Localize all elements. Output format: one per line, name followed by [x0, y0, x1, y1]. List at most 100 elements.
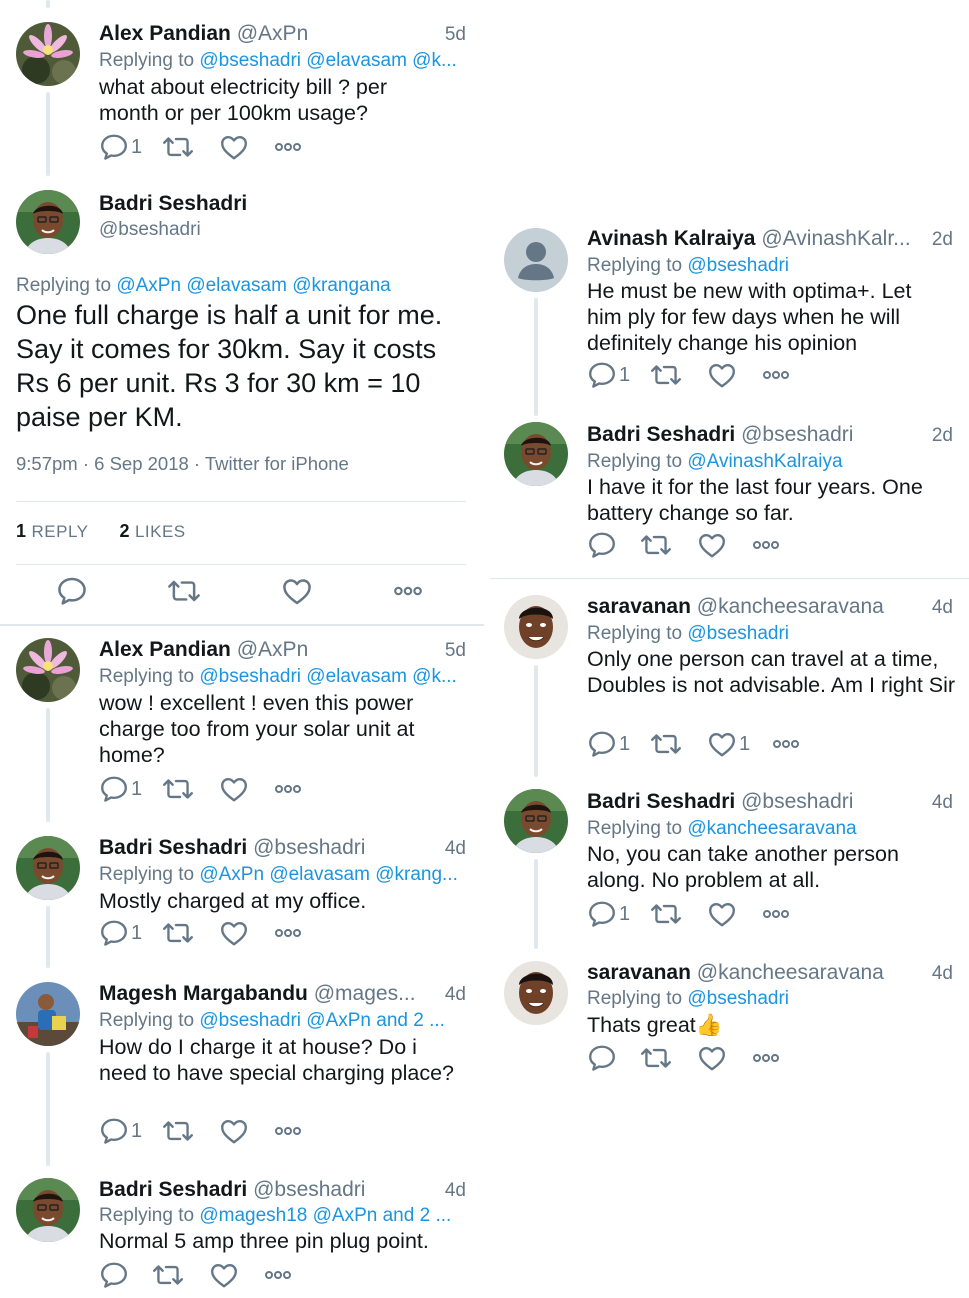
- mention-links[interactable]: @AxPn @elavasam @krang...: [199, 864, 458, 885]
- like-button[interactable]: [697, 1042, 727, 1074]
- author-name[interactable]: Magesh Margabandu: [99, 982, 308, 1005]
- retweet-button[interactable]: [166, 575, 202, 607]
- tweet-time[interactable]: 4d: [932, 961, 953, 987]
- author-name[interactable]: Avinash Kalraiya: [587, 227, 755, 250]
- like-button[interactable]: [219, 131, 249, 163]
- like-button[interactable]: [707, 359, 737, 391]
- retweet-button[interactable]: [639, 1042, 673, 1074]
- mention-links[interactable]: @bseshadri @elavasam @k...: [199, 666, 456, 687]
- retweet-button[interactable]: [639, 529, 673, 561]
- reply-button[interactable]: 1: [587, 728, 630, 760]
- retweet-button[interactable]: [649, 898, 683, 930]
- author-name[interactable]: Badri Seshadri: [587, 423, 735, 446]
- avatar[interactable]: [504, 422, 568, 486]
- like-button[interactable]: 1: [707, 728, 750, 760]
- tweet-magesh[interactable]: Magesh Margabandu @mages... 4d Replying …: [0, 972, 484, 1170]
- reply-button[interactable]: 1: [587, 898, 630, 930]
- author-name[interactable]: Alex Pandian: [99, 638, 231, 661]
- author-name[interactable]: Badri Seshadri: [587, 790, 735, 813]
- more-button[interactable]: [771, 728, 801, 760]
- author-handle[interactable]: @AxPn: [237, 22, 309, 45]
- tweet-time[interactable]: 4d: [445, 982, 466, 1008]
- retweet-button[interactable]: [151, 1259, 185, 1291]
- more-button[interactable]: [761, 359, 791, 391]
- mention-links[interactable]: @AvinashKalraiya: [687, 451, 842, 472]
- reply-button[interactable]: 1: [99, 917, 142, 949]
- like-button[interactable]: [219, 773, 249, 805]
- tweet-badri-r4[interactable]: Badri Seshadri @bseshadri 4d Replying to…: [490, 781, 969, 953]
- mention-links[interactable]: @kancheesaravana: [687, 818, 856, 839]
- like-button[interactable]: [219, 917, 249, 949]
- more-button[interactable]: [761, 898, 791, 930]
- author-name[interactable]: saravanan: [587, 961, 691, 984]
- author-handle[interactable]: @AvinashKalr...: [761, 227, 910, 250]
- avatar[interactable]: [16, 190, 80, 254]
- replies-stat[interactable]: 1 REPLY: [16, 521, 88, 541]
- more-button[interactable]: [751, 1042, 781, 1074]
- author-handle[interactable]: @bseshadri: [741, 423, 853, 446]
- avatar[interactable]: [16, 836, 80, 900]
- tweet-time[interactable]: 2d: [932, 423, 953, 449]
- tweet-badri-r2[interactable]: Badri Seshadri @bseshadri 2d Replying to…: [490, 420, 969, 578]
- tweet-saravanan-2[interactable]: saravanan @kancheesaravana 4d Replying t…: [490, 953, 969, 1093]
- author-name[interactable]: saravanan: [587, 595, 691, 618]
- reply-button[interactable]: 1: [99, 773, 142, 805]
- tweet-time[interactable]: 5d: [445, 22, 466, 48]
- likes-stat[interactable]: 2 LIKES: [119, 521, 185, 541]
- avatar[interactable]: [16, 982, 80, 1046]
- retweet-button[interactable]: [161, 917, 195, 949]
- tweet-time[interactable]: 4d: [445, 1178, 466, 1204]
- more-button[interactable]: [392, 575, 424, 607]
- tweet-timestamp[interactable]: 9:57pm · 6 Sep 2018 · Twitter for iPhone: [16, 453, 349, 475]
- author-handle[interactable]: @mages...: [314, 982, 416, 1005]
- tweet-time[interactable]: 4d: [932, 595, 953, 621]
- mention-links[interactable]: @bseshadri: [687, 255, 789, 276]
- mention-links[interactable]: @bseshadri @elavasam @k...: [199, 50, 456, 71]
- author-handle[interactable]: @AxPn: [237, 638, 309, 661]
- reply-button[interactable]: [587, 1042, 617, 1074]
- mention-links[interactable]: @bseshadri @AxPn and 2 ...: [199, 1010, 445, 1031]
- author-handle[interactable]: @kancheesaravana: [697, 961, 884, 984]
- author-name[interactable]: Alex Pandian: [99, 22, 231, 45]
- author-handle[interactable]: @bseshadri: [253, 1178, 365, 1201]
- tweet-time[interactable]: 5d: [445, 638, 466, 664]
- mention-links[interactable]: @bseshadri: [687, 988, 789, 1009]
- avatar[interactable]: [16, 1178, 80, 1242]
- retweet-button[interactable]: [649, 728, 683, 760]
- like-button[interactable]: [281, 575, 313, 607]
- retweet-button[interactable]: [161, 131, 195, 163]
- more-button[interactable]: [273, 773, 303, 805]
- mention-links[interactable]: @magesh18 @AxPn and 2 ...: [199, 1205, 451, 1226]
- author-handle[interactable]: @kancheesaravana: [697, 595, 884, 618]
- tweet-saravanan-1[interactable]: saravanan @kancheesaravana 4d Replying t…: [490, 579, 969, 781]
- like-button[interactable]: [219, 1115, 249, 1147]
- like-button[interactable]: [697, 529, 727, 561]
- tweet-alex-1[interactable]: Alex Pandian @AxPn 5d Replying to @bsesh…: [0, 0, 484, 180]
- author-handle[interactable]: @bseshadri: [253, 836, 365, 859]
- retweet-button[interactable]: [161, 1115, 195, 1147]
- author-name[interactable]: Badri Seshadri: [99, 1178, 247, 1201]
- reply-button[interactable]: [587, 529, 617, 561]
- tweet-time[interactable]: 4d: [445, 836, 466, 862]
- author-handle[interactable]: @bseshadri: [741, 790, 853, 813]
- reply-button[interactable]: 1: [99, 1115, 142, 1147]
- like-button[interactable]: [209, 1259, 239, 1291]
- mention-links[interactable]: @bseshadri: [687, 623, 789, 644]
- tweet-alex-2[interactable]: Alex Pandian @AxPn 5d Replying to @bsesh…: [0, 626, 484, 826]
- reply-button[interactable]: 1: [99, 131, 142, 163]
- mention-links[interactable]: @AxPn @elavasam @krangana: [116, 275, 390, 296]
- reply-button[interactable]: [56, 575, 88, 607]
- tweet-time[interactable]: 4d: [932, 790, 953, 816]
- avatar[interactable]: [504, 595, 568, 659]
- more-button[interactable]: [263, 1259, 293, 1291]
- tweet-badri-2[interactable]: Badri Seshadri @bseshadri 4d Replying to…: [0, 826, 484, 972]
- more-button[interactable]: [273, 1115, 303, 1147]
- avatar[interactable]: [16, 22, 80, 86]
- like-button[interactable]: [707, 898, 737, 930]
- avatar[interactable]: [16, 638, 80, 702]
- author-name[interactable]: Badri Seshadri: [99, 191, 247, 217]
- avatar[interactable]: [504, 228, 568, 292]
- author-handle[interactable]: @bseshadri: [99, 217, 201, 243]
- avatar[interactable]: [504, 789, 568, 853]
- more-button[interactable]: [273, 131, 303, 163]
